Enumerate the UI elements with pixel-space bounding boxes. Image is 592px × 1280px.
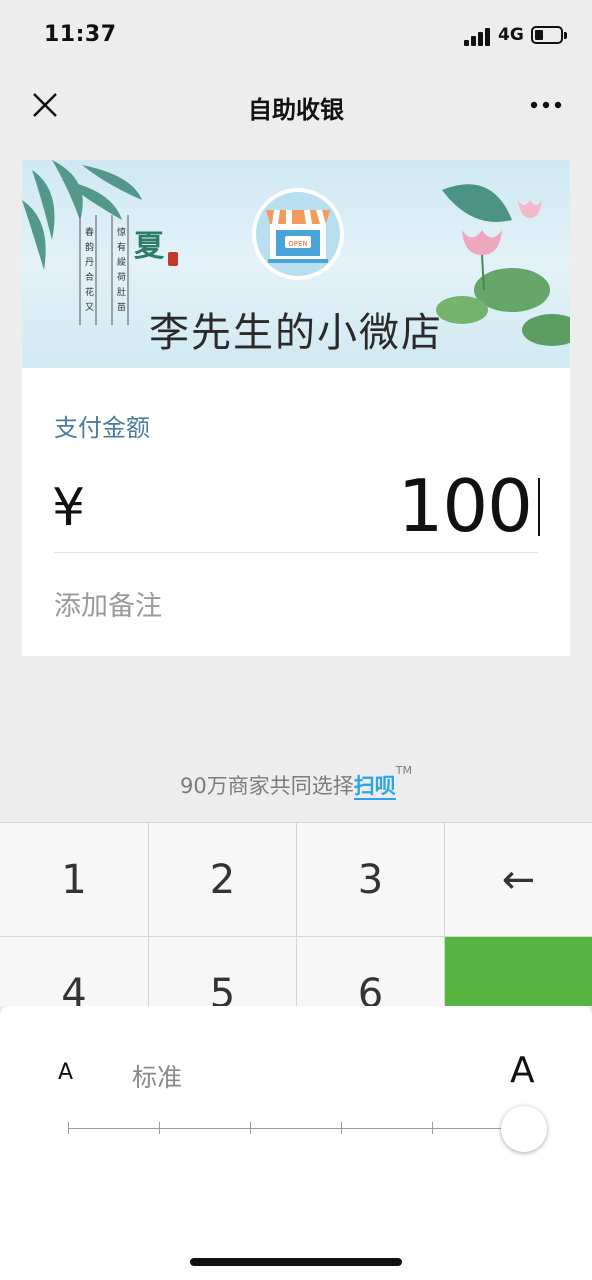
svg-text:肚: 肚 bbox=[117, 287, 126, 298]
svg-text:惊: 惊 bbox=[117, 226, 126, 238]
large-font-label: A bbox=[510, 1050, 535, 1091]
svg-text:有: 有 bbox=[117, 241, 126, 253]
status-time: 11:37 bbox=[44, 22, 117, 47]
svg-text:OPEN: OPEN bbox=[288, 240, 307, 248]
signal-icon bbox=[464, 28, 492, 46]
home-indicator bbox=[190, 1258, 402, 1266]
payment-card: 春韵丹合花又 惊有縱荷肚苗 夏 OPEN 李先生的小微店 支付金额 ¥ 100 … bbox=[22, 160, 570, 656]
network-label: 4G bbox=[498, 25, 524, 45]
amount-input[interactable]: 100 bbox=[398, 464, 533, 548]
store-open-icon: OPEN bbox=[252, 188, 344, 280]
seal-character: 夏 bbox=[134, 229, 165, 264]
standard-font-label: 标准 bbox=[132, 1063, 183, 1092]
font-size-slider-track[interactable] bbox=[68, 1128, 524, 1129]
text-caret bbox=[538, 478, 540, 536]
svg-text:丹: 丹 bbox=[85, 257, 94, 268]
svg-text:合: 合 bbox=[85, 271, 94, 283]
key-1[interactable]: 1 bbox=[0, 823, 149, 937]
amount-label: 支付金额 bbox=[54, 414, 150, 442]
currency-symbol: ¥ bbox=[52, 478, 86, 538]
key-4[interactable]: 4 bbox=[0, 937, 149, 1006]
promo-text: 90万商家共同选择扫呗TM bbox=[0, 764, 592, 800]
slider-tick bbox=[432, 1122, 433, 1134]
status-bar: 11:37 4G bbox=[0, 0, 592, 70]
key-3[interactable]: 3 bbox=[297, 823, 445, 937]
divider bbox=[54, 552, 538, 553]
trademark-mark: TM bbox=[395, 764, 412, 777]
promo-label: 90万商家共同选择 bbox=[180, 774, 354, 798]
key-2[interactable]: 2 bbox=[149, 823, 297, 937]
more-icon[interactable] bbox=[526, 95, 566, 115]
page-title: 自助收银 bbox=[248, 96, 344, 124]
svg-text:荷: 荷 bbox=[117, 272, 126, 283]
slider-tick bbox=[159, 1122, 160, 1134]
shop-name: 李先生的小微店 bbox=[149, 310, 443, 356]
numeric-keypad: 1 2 3 ← 4 5 6 bbox=[0, 822, 592, 1006]
nav-bar: 自助收银 bbox=[0, 70, 592, 140]
battery-icon bbox=[531, 26, 567, 44]
svg-text:縱: 縱 bbox=[117, 256, 126, 268]
key-5[interactable]: 5 bbox=[149, 937, 297, 1006]
key-6[interactable]: 6 bbox=[297, 937, 445, 1006]
screen: 11:37 4G 自助收银 春 韵 丹 合 花 又 惊 有 縱 荷 肚 苗 夏 … bbox=[0, 0, 592, 1280]
slider-tick bbox=[68, 1122, 69, 1134]
add-note-link[interactable]: 添加备注 bbox=[54, 584, 162, 623]
shop-banner: 春韵丹合花又 惊有縱荷肚苗 夏 OPEN 李先生的小微店 bbox=[22, 160, 570, 368]
svg-text:花: 花 bbox=[85, 286, 94, 298]
brand-logo: 扫呗 bbox=[353, 774, 396, 800]
small-font-label: A bbox=[58, 1060, 74, 1085]
slider-tick bbox=[250, 1122, 251, 1134]
svg-text:韵: 韵 bbox=[85, 241, 94, 253]
slider-tick bbox=[341, 1122, 342, 1134]
confirm-pay-button[interactable] bbox=[445, 937, 592, 1006]
svg-text:春: 春 bbox=[85, 226, 94, 238]
backspace-key[interactable]: ← bbox=[445, 823, 592, 937]
font-size-slider-thumb[interactable] bbox=[501, 1106, 547, 1152]
font-size-panel: A 标准 A bbox=[0, 1006, 592, 1280]
